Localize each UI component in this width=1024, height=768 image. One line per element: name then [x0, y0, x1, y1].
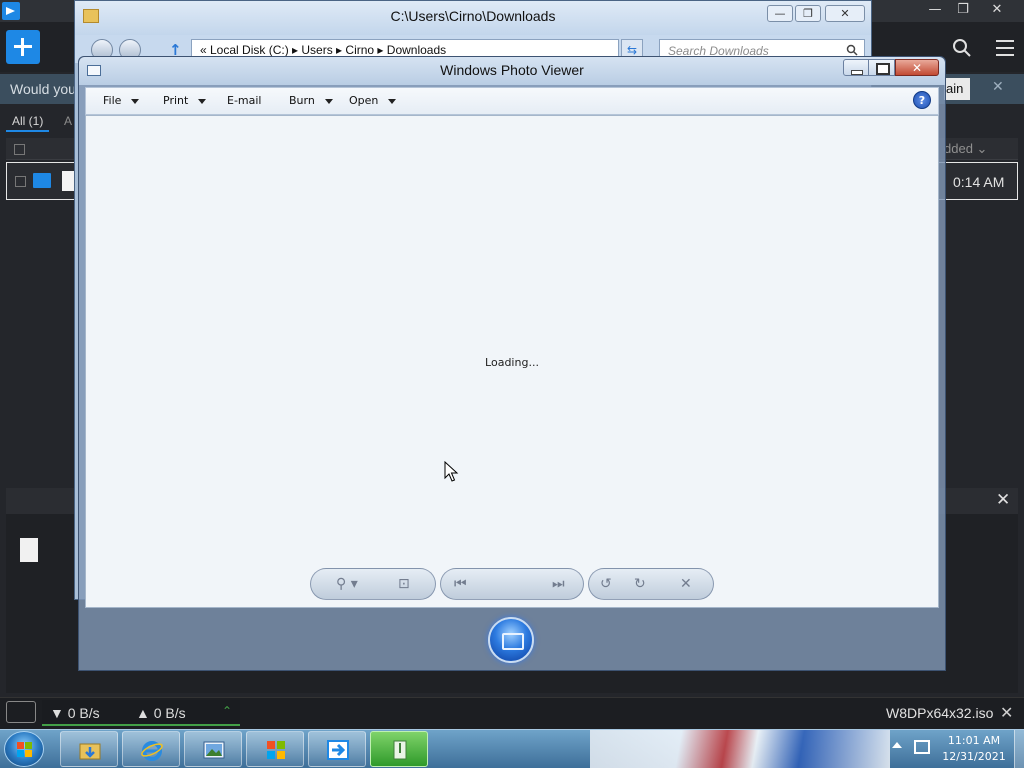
minimize-button[interactable] — [843, 59, 869, 76]
system-clock[interactable]: 11:01 AM 12/31/2021 — [938, 733, 1010, 765]
explorer-title: C:\Users\Cirno\Downloads — [390, 8, 556, 24]
menu-email[interactable]: E-mail — [227, 94, 262, 107]
download-app-icon — [327, 740, 349, 760]
menu-print-label: Print — [163, 94, 189, 107]
upload-speed: ▲ 0 B/s — [136, 705, 186, 721]
actual-size-icon[interactable]: ⊡ — [398, 576, 410, 592]
explorer-restore-button[interactable]: ❐ — [795, 5, 821, 22]
status-close-icon[interactable]: ✕ — [1000, 703, 1013, 722]
tray-overflow-icon[interactable] — [892, 742, 902, 748]
search-icon[interactable] — [846, 44, 858, 56]
windows-flag-icon — [17, 742, 33, 757]
app-restore-button[interactable]: ❐ — [948, 0, 978, 20]
internet-explorer-icon — [141, 741, 163, 761]
column-header-added[interactable]: dded ⌄ — [944, 141, 987, 157]
zoom-controls-group — [310, 568, 436, 600]
menu-file[interactable]: File — [103, 94, 140, 107]
menu-file-label: File — [103, 94, 122, 107]
menu-open[interactable]: Open — [349, 94, 397, 107]
details-close-icon[interactable]: ✕ — [996, 490, 1010, 510]
row-added-time: 0:14 AM — [953, 174, 1005, 190]
chevron-down-icon — [388, 98, 397, 104]
clock-date: 12/31/2021 — [942, 750, 1006, 763]
menu-burn-label: Burn — [289, 94, 315, 107]
start-button[interactable] — [4, 731, 44, 767]
notice-action-button[interactable]: ain — [944, 78, 970, 100]
chevron-down-icon — [198, 98, 207, 104]
loading-status: Loading... — [485, 356, 539, 369]
app-logo-icon — [2, 2, 20, 20]
explorer-minimize-button[interactable]: — — [767, 5, 793, 22]
taskbar-file-explorer[interactable] — [60, 731, 118, 767]
clock-time: 11:01 AM — [947, 734, 1001, 747]
previous-icon[interactable]: ⏮ — [454, 576, 467, 592]
notice-close-icon[interactable]: ✕ — [992, 79, 1004, 95]
zoom-icon[interactable]: ⚲ ▾ — [336, 576, 358, 592]
delete-icon[interactable]: ✕ — [680, 576, 692, 592]
slideshow-button[interactable] — [488, 617, 534, 663]
next-icon[interactable]: ⏭ — [552, 576, 565, 592]
archive-icon — [393, 740, 407, 760]
maximize-button[interactable] — [869, 59, 895, 76]
explorer-close-button[interactable]: ✕ — [825, 5, 865, 22]
help-icon[interactable]: ? — [913, 91, 931, 109]
file-icon — [20, 538, 38, 562]
select-all-checkbox[interactable] — [14, 144, 25, 155]
row-checkbox[interactable] — [15, 176, 26, 187]
chevron-up-icon[interactable]: ⌃ — [222, 704, 232, 718]
folder-icon — [79, 743, 101, 760]
photo-viewer-menubar — [85, 87, 939, 115]
tab-all[interactable]: All (1) — [6, 112, 50, 132]
photo-viewer-icon — [203, 741, 225, 759]
chevron-down-icon — [131, 98, 140, 104]
chevron-down-icon — [324, 98, 333, 104]
app-minimize-button[interactable]: — — [920, 0, 950, 20]
menu-email-label: E-mail — [227, 94, 262, 107]
tab-active[interactable]: A — [64, 114, 72, 128]
hamburger-menu-icon[interactable] — [996, 40, 1014, 56]
speed-limit-icon[interactable] — [6, 701, 36, 723]
wallpaper-peek — [590, 730, 890, 768]
explorer-titlebar: C:\Users\Cirno\Downloads — ❐ ✕ — [75, 1, 871, 35]
download-speed: ▼ 0 B/s — [50, 705, 100, 721]
notice-text: Would you — [10, 81, 76, 97]
folder-icon[interactable] — [33, 173, 51, 188]
menu-open-label: Open — [349, 94, 379, 107]
taskbar-active-app[interactable] — [370, 731, 428, 767]
status-file-name: W8DPx64x32.iso — [886, 705, 994, 721]
photo-canvas: Loading... — [85, 115, 939, 608]
add-download-button[interactable] — [6, 30, 40, 64]
taskbar-photo-viewer[interactable] — [184, 731, 242, 767]
photo-viewer-title: Windows Photo Viewer — [440, 62, 584, 78]
show-desktop-button[interactable] — [1014, 730, 1024, 768]
menu-print[interactable]: Print — [163, 94, 207, 107]
taskbar-internet-explorer[interactable] — [122, 731, 180, 767]
rotate-clockwise-icon[interactable]: ↻ — [634, 576, 646, 592]
photo-viewer-titlebar[interactable]: Windows Photo Viewer ✕ — [79, 57, 945, 85]
app-close-button[interactable]: ✕ — [982, 0, 1012, 20]
rotate-counterclockwise-icon[interactable]: ↺ — [600, 576, 612, 592]
mouse-cursor-icon — [444, 461, 459, 482]
breadcrumb[interactable]: « Local Disk (C:) ▸ Users ▸ Cirno ▸ Down… — [200, 43, 446, 57]
windows-logo-icon — [267, 741, 285, 759]
close-button[interactable]: ✕ — [895, 59, 939, 76]
taskbar-windows-app[interactable] — [246, 731, 304, 767]
menu-burn[interactable]: Burn — [289, 94, 333, 107]
taskbar-download-app[interactable] — [308, 731, 366, 767]
search-icon[interactable] — [952, 38, 972, 58]
network-icon[interactable] — [914, 740, 930, 754]
